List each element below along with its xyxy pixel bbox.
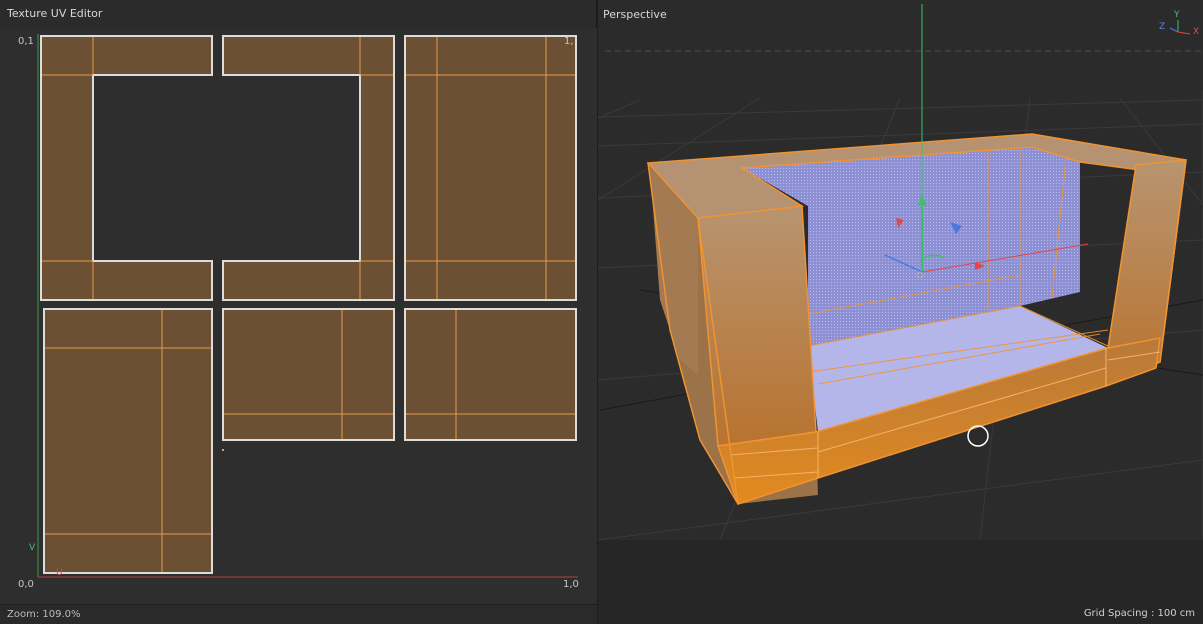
uv-island-side-right[interactable] [404, 35, 577, 301]
uv-island-right[interactable] [404, 308, 577, 441]
uv-editor-title: Texture UV Editor [7, 7, 103, 20]
uv-editor-header: Texture UV Editor [0, 0, 597, 28]
uv-island-tall[interactable] [43, 308, 213, 574]
left-pillar-front[interactable] [697, 205, 817, 447]
uv-status-bar: Zoom: 109.0% [0, 604, 597, 624]
uv-corner-top-left: 0,1 [18, 36, 34, 47]
grid-spacing-readout: Grid Spacing : 100 cm [1083, 608, 1195, 619]
view-axis-y-label: Y [1174, 10, 1180, 20]
uv-v-label: V [29, 543, 36, 553]
viewport-scene-svg[interactable] [598, 0, 1203, 624]
viewport-title: Perspective [603, 8, 667, 21]
uv-canvas[interactable]: 0,1 1, 0,0 1,0 V U [0, 28, 597, 604]
uv-editor-panel: Texture UV Editor 0,1 1, 0,0 1,0 V U Zoo… [0, 0, 597, 624]
uv-corner-bottom-left: 0,0 [18, 579, 34, 590]
uv-corner-bottom-right: 1,0 [563, 579, 579, 590]
uv-island-frame[interactable] [40, 35, 395, 301]
uv-corner-top-right: 1, [564, 36, 574, 47]
uv-stray-point [222, 449, 224, 451]
uv-islands-svg[interactable] [0, 28, 597, 604]
perspective-viewport[interactable]: Perspective Y Z X Grid Spacing : 100 cm [598, 0, 1203, 624]
uv-u-label: U [56, 568, 63, 578]
zoom-level: Zoom: 109.0% [7, 609, 81, 620]
view-axis-x-label: X [1193, 27, 1200, 37]
uv-island-center[interactable] [222, 308, 395, 441]
view-axis-z-label: Z [1159, 22, 1166, 32]
